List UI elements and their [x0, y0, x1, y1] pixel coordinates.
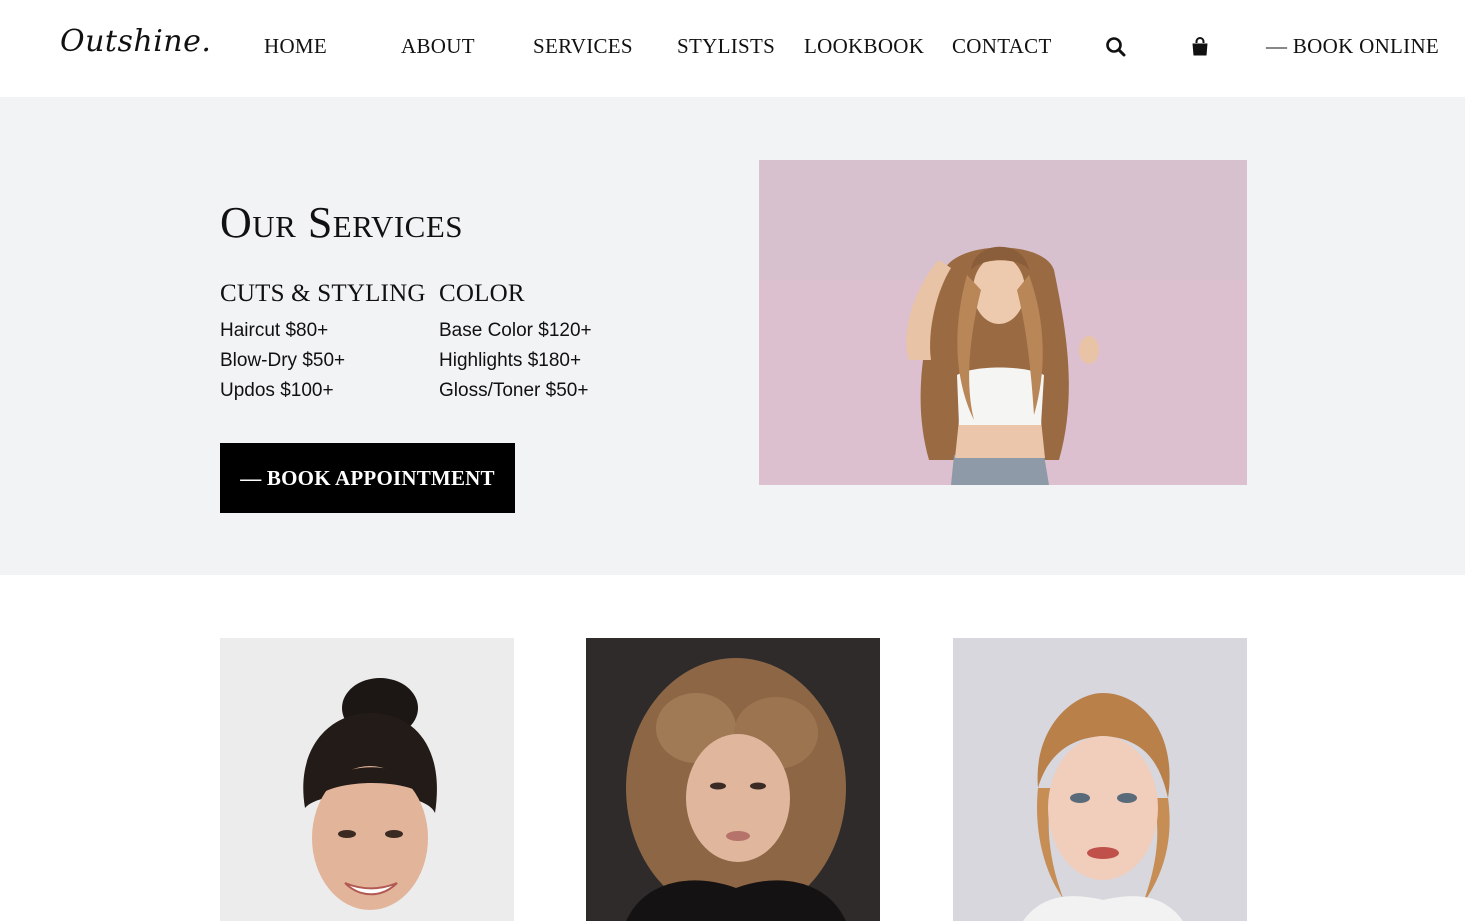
service-item: Gloss/Toner $50+ [439, 380, 589, 401]
nav-lookbook[interactable]: LOOKBOOK [804, 34, 924, 59]
cuts-styling-heading: CUTS & STYLING [220, 280, 426, 307]
nav-stylists[interactable]: STYLISTS [677, 34, 775, 59]
nav-contact[interactable]: CONTACT [952, 34, 1052, 59]
stylist-card-2[interactable] [586, 638, 880, 921]
nav-about[interactable]: ABOUT [401, 34, 475, 59]
services-section: Our Services CUTS & STYLING Haircut $80+… [0, 97, 1465, 575]
nav-services[interactable]: SERVICES [533, 34, 633, 59]
book-appointment-button[interactable]: — BOOK APPOINTMENT [220, 443, 515, 513]
book-online-link[interactable]: — BOOK ONLINE [1266, 34, 1439, 59]
logo[interactable]: Outshine. [60, 24, 211, 59]
service-item: Updos $100+ [220, 380, 334, 401]
nav-home[interactable]: HOME [264, 34, 327, 59]
search-icon[interactable] [1104, 35, 1128, 59]
hero-image [759, 160, 1247, 485]
service-item: Base Color $120+ [439, 320, 592, 341]
stylist-card-3[interactable] [953, 638, 1247, 921]
service-item: Haircut $80+ [220, 320, 329, 341]
color-column: COLOR Base Color $120+ Highlights $180+ … [439, 280, 592, 406]
stylist-card-1[interactable] [220, 638, 514, 921]
service-item: Highlights $180+ [439, 350, 582, 371]
shopping-bag-icon[interactable] [1188, 35, 1212, 59]
cuts-styling-column: CUTS & STYLING Haircut $80+ Blow-Dry $50… [220, 280, 426, 406]
service-item: Blow-Dry $50+ [220, 350, 346, 371]
color-heading: COLOR [439, 280, 525, 307]
site-header: Outshine. HOME ABOUT SERVICES STYLISTS L… [0, 0, 1465, 97]
services-title: Our Services [220, 198, 464, 247]
